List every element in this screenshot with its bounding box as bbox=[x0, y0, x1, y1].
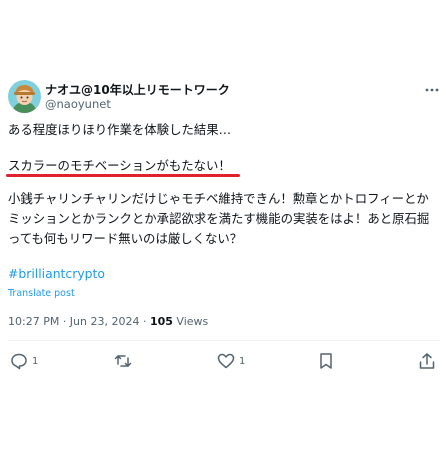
views-label: Views bbox=[172, 315, 209, 328]
bookmark-icon bbox=[317, 352, 335, 370]
divider bbox=[8, 340, 440, 341]
reply-button[interactable]: 1 bbox=[10, 352, 38, 370]
share-icon bbox=[418, 352, 436, 370]
like-count: 1 bbox=[239, 355, 246, 367]
post-text-paragraph: 小銭チャリンチャリンだけじゃモチベ維持できん！勲章とかトロフィーとかミッションと… bbox=[8, 191, 430, 246]
reply-count: 1 bbox=[32, 355, 39, 367]
share-button[interactable] bbox=[418, 352, 436, 370]
avatar[interactable] bbox=[8, 80, 41, 113]
post: ナオユ@10年以上リモートワーク @naoyunet ある程度ほりほり作業を体験… bbox=[0, 0, 446, 449]
repost-icon bbox=[114, 352, 132, 370]
translate-post-link[interactable]: Translate post bbox=[8, 288, 75, 299]
author-handle[interactable]: @naoyunet bbox=[45, 97, 111, 111]
post-timestamp[interactable]: 10:27 PM · Jun 23, 2024 · bbox=[8, 315, 150, 328]
post-text-line2: スカラーのモチベーションがもたない！ bbox=[8, 158, 231, 173]
like-button[interactable]: 1 bbox=[217, 352, 245, 370]
like-icon bbox=[217, 352, 235, 370]
more-icon[interactable] bbox=[424, 82, 440, 96]
reply-icon bbox=[10, 352, 28, 370]
bookmark-button[interactable] bbox=[317, 352, 335, 370]
highlight-underline bbox=[6, 174, 240, 177]
post-text-line1: ある程度ほりほり作業を体験した結果… bbox=[8, 122, 232, 137]
repost-button[interactable] bbox=[114, 352, 132, 370]
views-count: 105 bbox=[149, 315, 173, 328]
author-display-name[interactable]: ナオユ@10年以上リモートワーク bbox=[45, 81, 230, 98]
hashtag-link[interactable]: #brilliantcrypto bbox=[8, 266, 105, 281]
post-meta: 10:27 PM · Jun 23, 2024 · 105 Views bbox=[8, 315, 208, 328]
